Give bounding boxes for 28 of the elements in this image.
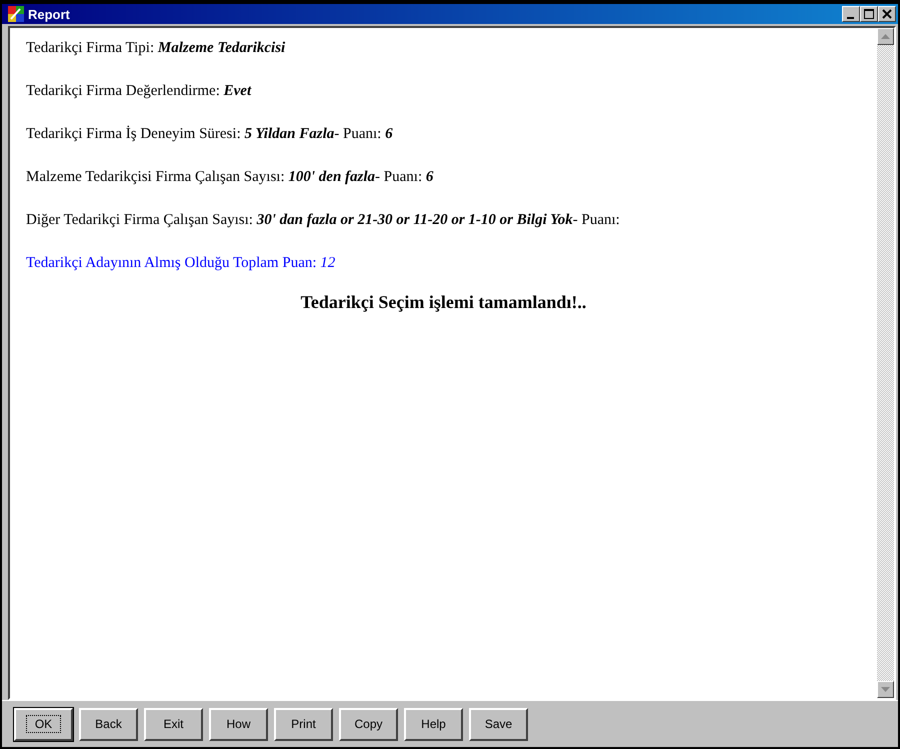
maximize-button[interactable] bbox=[860, 6, 878, 22]
close-button[interactable] bbox=[878, 6, 896, 22]
app-icon bbox=[8, 6, 24, 22]
close-icon bbox=[882, 9, 892, 19]
report-line: Tedarikçi Firma Tipi: Malzeme Tedarikcisi bbox=[26, 39, 286, 58]
scroll-down-button[interactable] bbox=[877, 681, 894, 698]
dialog-button[interactable]: Save bbox=[469, 708, 528, 740]
total-score-line: Tedarikçi Adayının Almış Olduğu Toplam Puan: 12 bbox=[26, 254, 336, 273]
report-line: Tedarikçi Firma İş Deneyim Süresi: 5 Yildan Fazla- Puanı: 6 bbox=[26, 124, 394, 144]
vertical-scrollbar[interactable] bbox=[877, 28, 894, 698]
up-arrow-icon bbox=[881, 34, 890, 39]
report-line: Diğer Tedarikçi Firma Çalışan Sayısı: 30' dan fazla or 21-30 or 11-20 or 1-10 or Bilgi Yok- Puanı: bbox=[26, 211, 621, 230]
dialog-button[interactable]: Copy bbox=[339, 708, 398, 740]
report-line: Malzeme Tedarikçisi Firma Çalışan Sayısı: 100' den fazla- Puanı: 6 bbox=[26, 168, 434, 187]
report-line: Tedarikçi Firma Değerlendirme: Evet bbox=[26, 82, 252, 101]
dialog-button[interactable]: How bbox=[209, 708, 268, 740]
dialog-button[interactable]: OK bbox=[14, 708, 73, 740]
dialog-button[interactable]: Back bbox=[79, 708, 138, 740]
down-arrow-icon bbox=[881, 687, 890, 692]
scroll-up-button[interactable] bbox=[877, 28, 894, 45]
window-title: Report bbox=[28, 6, 71, 22]
dialog-button[interactable]: Help bbox=[404, 708, 463, 740]
minimize-button[interactable] bbox=[842, 6, 860, 22]
dialog-button[interactable]: Exit bbox=[144, 708, 203, 740]
minimize-icon bbox=[846, 16, 854, 18]
dialog-button[interactable]: Print bbox=[274, 708, 333, 740]
maximize-icon bbox=[864, 9, 874, 19]
completion-message: Tedarikçi Seçim işlemi tamamlandı!.. bbox=[300, 292, 588, 313]
